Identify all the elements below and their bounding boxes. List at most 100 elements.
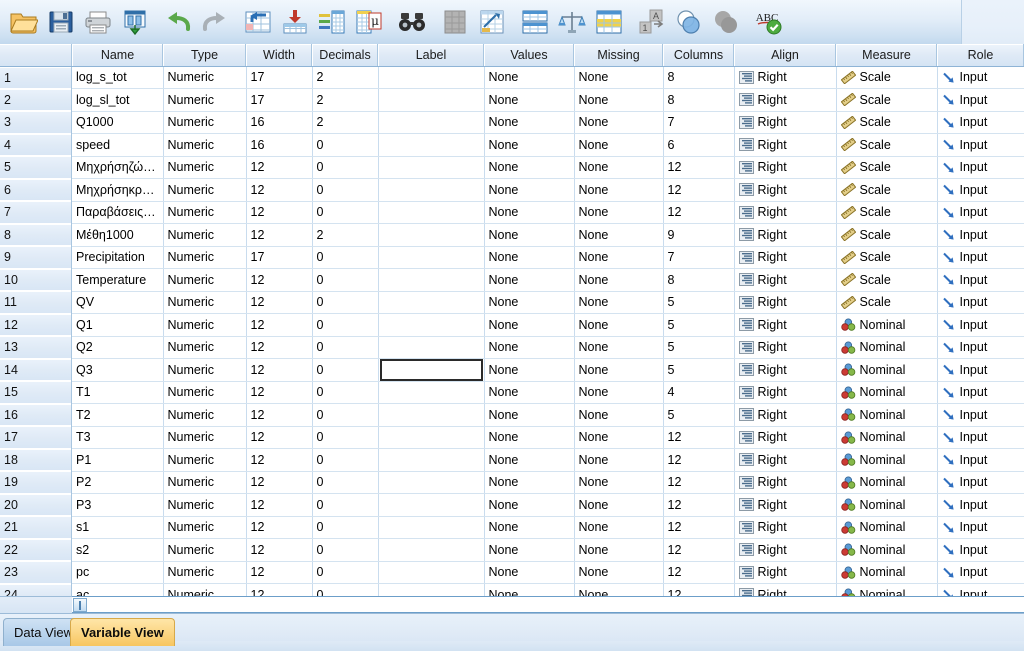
cell-width[interactable]: 17 (246, 88, 313, 112)
cell-values[interactable]: None (484, 111, 575, 134)
row-number-cell[interactable]: 16 (0, 403, 72, 426)
cell-name[interactable]: T1 (72, 381, 164, 404)
cell-label[interactable] (378, 358, 485, 382)
cell-align[interactable]: Right (734, 133, 837, 157)
cell-type[interactable]: Numeric (163, 66, 247, 89)
cell-align[interactable]: Right (734, 471, 837, 494)
cell-decimals[interactable]: 0 (312, 426, 379, 449)
cell-columns[interactable]: 8 (663, 88, 735, 112)
cell-type[interactable]: Numeric (163, 178, 247, 202)
cell-missing[interactable]: None (574, 516, 664, 539)
cell-columns[interactable]: 7 (663, 111, 735, 134)
row-number-cell[interactable]: 6 (0, 178, 72, 201)
save-button[interactable] (43, 4, 79, 40)
cell-missing[interactable]: None (574, 201, 664, 224)
cell-values[interactable]: None (484, 403, 575, 427)
grid-corner-header[interactable] (0, 44, 73, 67)
cell-missing[interactable]: None (574, 246, 664, 269)
run-descriptives-button[interactable]: μ (351, 4, 387, 40)
cell-align[interactable]: Right (734, 66, 837, 89)
cell-measure[interactable]: Nominal (836, 358, 938, 382)
cell-name[interactable]: log_s_tot (72, 66, 164, 89)
cell-type[interactable]: Numeric (163, 111, 247, 134)
recall-dialogs-button[interactable] (117, 4, 153, 40)
cell-label[interactable] (378, 223, 485, 247)
cell-type[interactable]: Numeric (163, 313, 247, 337)
cell-role[interactable]: Input (937, 223, 1024, 247)
cell-missing[interactable]: None (574, 156, 664, 179)
table-row[interactable]: 1 log_s_tot Numeric 17 2 None None 8 Right Scale I… (0, 66, 1024, 89)
cell-missing[interactable]: None (574, 493, 664, 517)
value-labels-button[interactable]: A 1 (634, 4, 670, 40)
cell-align[interactable]: Right (734, 448, 837, 472)
cell-missing[interactable]: None (574, 426, 664, 449)
cell-align[interactable]: Right (734, 268, 837, 292)
cell-missing[interactable]: None (574, 471, 664, 494)
cell-measure[interactable]: Nominal (836, 448, 938, 472)
cell-missing[interactable]: None (574, 538, 664, 562)
cell-measure[interactable]: Nominal (836, 336, 938, 359)
cell-align[interactable]: Right (734, 516, 837, 539)
cell-align[interactable]: Right (734, 291, 837, 314)
cell-values[interactable]: None (484, 178, 575, 202)
cell-type[interactable]: Numeric (163, 201, 247, 224)
cell-columns[interactable]: 5 (663, 336, 735, 359)
cell-align[interactable]: Right (734, 381, 837, 404)
row-number-cell[interactable]: 18 (0, 448, 72, 471)
cell-values[interactable]: None (484, 561, 575, 584)
cell-name[interactable]: P2 (72, 471, 164, 494)
cell-name[interactable]: Μηχρήσηκρ… (72, 178, 164, 202)
column-header-type[interactable]: Type (163, 44, 247, 67)
cell-decimals[interactable]: 2 (312, 223, 379, 247)
cell-label[interactable] (378, 313, 485, 337)
cell-missing[interactable]: None (574, 403, 664, 427)
cell-name[interactable]: T3 (72, 426, 164, 449)
cell-values[interactable]: None (484, 538, 575, 562)
cell-width[interactable]: 12 (246, 381, 313, 404)
cell-role[interactable]: Input (937, 336, 1024, 359)
cell-values[interactable]: None (484, 516, 575, 539)
cell-label[interactable] (378, 66, 485, 89)
cell-type[interactable]: Numeric (163, 381, 247, 404)
cell-role[interactable]: Input (937, 291, 1024, 314)
horizontal-scrollbar-thumb[interactable] (73, 598, 87, 612)
column-header-columns[interactable]: Columns (663, 44, 735, 67)
cell-label[interactable] (378, 426, 485, 449)
table-row[interactable]: 4 speed Numeric 16 0 None None 6 Right Scale Input (0, 133, 1024, 157)
column-header-measure[interactable]: Measure (836, 44, 938, 67)
cell-decimals[interactable]: 0 (312, 358, 379, 382)
cell-columns[interactable]: 12 (663, 156, 735, 179)
cell-values[interactable]: None (484, 246, 575, 269)
cell-type[interactable]: Numeric (163, 358, 247, 382)
cell-role[interactable]: Input (937, 246, 1024, 269)
tab-variable-view[interactable]: Variable View (70, 618, 175, 646)
cell-decimals[interactable]: 0 (312, 561, 379, 584)
column-header-align[interactable]: Align (734, 44, 837, 67)
cell-width[interactable]: 12 (246, 448, 313, 472)
table-row[interactable]: 7 Παραβάσεις… Numeric 12 0 None None 12 Right Sca… (0, 201, 1024, 224)
cell-name[interactable]: Temperature (72, 268, 164, 292)
cell-width[interactable]: 12 (246, 223, 313, 247)
cell-values[interactable]: None (484, 358, 575, 382)
cell-align[interactable]: Right (734, 336, 837, 359)
table-row[interactable]: 11 QV Numeric 12 0 None None 5 Right Scale Input (0, 291, 1024, 314)
cell-label[interactable] (378, 88, 485, 112)
cell-measure[interactable]: Scale (836, 246, 938, 269)
row-number-cell[interactable]: 12 (0, 313, 72, 336)
cell-decimals[interactable]: 2 (312, 111, 379, 134)
cell-measure[interactable]: Scale (836, 201, 938, 224)
cell-align[interactable]: Right (734, 156, 837, 179)
cell-columns[interactable]: 4 (663, 381, 735, 404)
column-header-role[interactable]: Role (937, 44, 1024, 67)
undo-button[interactable] (160, 4, 196, 40)
table-row[interactable]: 6 Μηχρήσηκρ… Numeric 12 0 None None 12 Right Scal… (0, 178, 1024, 202)
cell-align[interactable]: Right (734, 358, 837, 382)
cell-measure[interactable]: Nominal (836, 493, 938, 517)
table-row[interactable]: 21 s1 Numeric 12 0 None None 12 Right Nominal Inpu… (0, 516, 1024, 539)
cell-role[interactable]: Input (937, 471, 1024, 494)
row-number-cell[interactable]: 7 (0, 201, 72, 224)
cell-label[interactable] (378, 471, 485, 494)
cell-role[interactable]: Input (937, 111, 1024, 134)
cell-columns[interactable]: 8 (663, 268, 735, 292)
split-file-button[interactable] (517, 4, 553, 40)
